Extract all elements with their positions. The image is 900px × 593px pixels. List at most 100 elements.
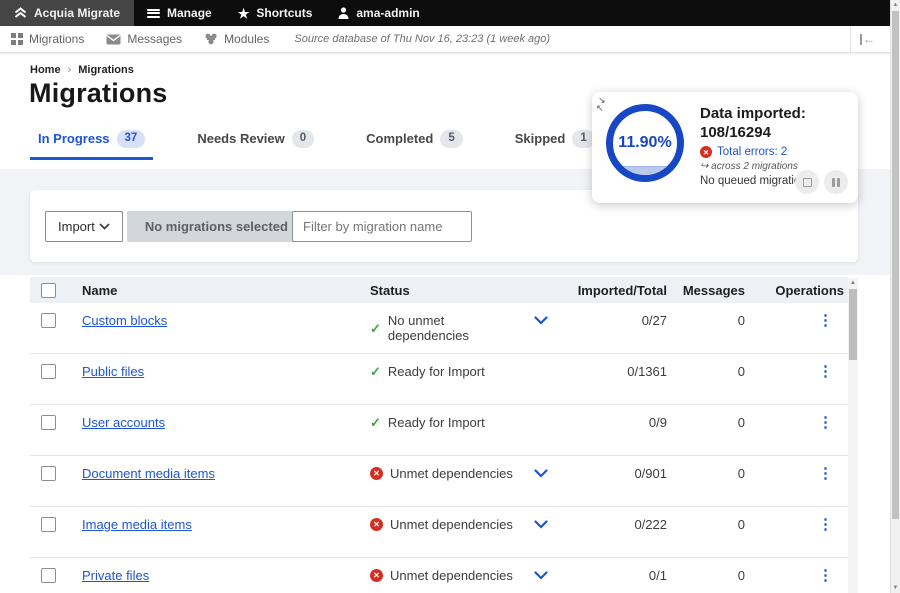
status-icon: ✕ xyxy=(370,467,383,480)
imported-total-value: 0/1361 xyxy=(560,364,677,379)
scroll-up-icon[interactable]: ▲ xyxy=(848,280,858,286)
row-checkbox[interactable] xyxy=(41,415,56,430)
tab-needs-review[interactable]: Needs Review 0 xyxy=(189,122,322,160)
chevron-down-icon[interactable] xyxy=(534,571,548,580)
table-header-row: Name Status Imported/Total Messages Oper… xyxy=(30,277,848,303)
admin-toolbar: Acquia Migrate Manage ★ Shortcuts ama-ad… xyxy=(0,0,890,26)
migration-name-link[interactable]: Public files xyxy=(82,364,144,379)
person-icon xyxy=(338,7,349,19)
migrations-label: Migrations xyxy=(29,32,84,46)
table-scrollbar[interactable]: ▲ xyxy=(848,278,858,593)
header-status: Status xyxy=(370,283,522,298)
acquia-migrate-brand[interactable]: Acquia Migrate xyxy=(0,0,134,26)
toolbar-orientation-toggle[interactable]: ← xyxy=(850,26,884,52)
brand-label: Acquia Migrate xyxy=(34,6,120,20)
kebab-menu-icon[interactable]: ⋮ xyxy=(818,567,833,584)
migration-name-link[interactable]: Private files xyxy=(82,568,149,583)
data-imported-ratio: 108/16294 xyxy=(700,123,848,142)
import-dropdown-button[interactable]: Import xyxy=(45,211,123,242)
tab-completed[interactable]: Completed 5 xyxy=(358,122,471,160)
header-messages: Messages xyxy=(677,283,757,298)
migration-filter-input[interactable] xyxy=(292,211,472,242)
data-imported-card: ↘ ↖ 11.90% Data imported: 108/16294 ✕ To… xyxy=(592,92,858,203)
scroll-down-icon[interactable]: ▼ xyxy=(891,585,900,591)
hamburger-icon xyxy=(147,9,160,18)
imported-total-value: 0/1 xyxy=(560,568,677,583)
kebab-menu-icon[interactable]: ⋮ xyxy=(818,465,833,482)
arrow-up-left-icon: ↖ xyxy=(596,104,606,112)
breadcrumb: Home › Migrations xyxy=(30,64,134,76)
table-row: Custom blocks ✓ No unmet dependencies 0/… xyxy=(30,303,848,354)
user-menu[interactable]: ama-admin xyxy=(325,0,432,26)
pause-button[interactable] xyxy=(824,170,848,194)
kebab-menu-icon[interactable]: ⋮ xyxy=(818,516,833,533)
error-circle-icon: ✕ xyxy=(700,146,712,158)
breadcrumb-current: Migrations xyxy=(78,64,134,76)
pin-bar-icon xyxy=(860,34,862,45)
table-scrollbar-thumb[interactable] xyxy=(849,289,857,360)
kebab-menu-icon[interactable]: ⋮ xyxy=(818,414,833,431)
row-checkbox[interactable] xyxy=(41,466,56,481)
modules-label: Modules xyxy=(224,32,269,46)
messages-count: 0 xyxy=(677,415,757,430)
table-row: Document media items ✕ Unmet dependencie… xyxy=(30,456,848,507)
migration-name-link[interactable]: Image media items xyxy=(82,517,192,532)
shortcuts-menu[interactable]: ★ Shortcuts xyxy=(225,0,326,26)
data-imported-label: Data imported: xyxy=(700,104,848,123)
manage-label: Manage xyxy=(167,6,212,20)
status-text: Unmet dependencies xyxy=(390,517,513,532)
toolbar-item-modules[interactable]: Modules xyxy=(193,26,280,52)
header-imported-total: Imported/Total xyxy=(560,283,677,298)
tab-label: Skipped xyxy=(515,131,566,146)
row-checkbox[interactable] xyxy=(41,568,56,583)
stop-icon xyxy=(803,178,812,187)
kebab-menu-icon[interactable]: ⋮ xyxy=(818,363,833,380)
page-title: Migrations xyxy=(29,78,168,109)
tab-label: In Progress xyxy=(38,131,110,146)
grid-icon xyxy=(11,33,23,45)
table-row: Private files ✕ Unmet dependencies 0/1 0… xyxy=(30,558,848,593)
migrations-table: Name Status Imported/Total Messages Oper… xyxy=(30,277,848,593)
messages-count: 0 xyxy=(677,568,757,583)
status-text: No unmet dependencies xyxy=(388,313,522,343)
row-checkbox[interactable] xyxy=(41,517,56,532)
progress-card-actions xyxy=(795,170,848,194)
row-checkbox[interactable] xyxy=(41,364,56,379)
breadcrumb-home-link[interactable]: Home xyxy=(30,64,61,76)
tab-in-progress[interactable]: In Progress 37 xyxy=(30,122,153,160)
page-scrollbar[interactable]: ▲ ▼ xyxy=(890,0,900,593)
status-text: Unmet dependencies xyxy=(390,568,513,583)
kebab-menu-icon[interactable]: ⋮ xyxy=(818,312,833,329)
migration-name-link[interactable]: Custom blocks xyxy=(82,313,167,328)
modules-icon xyxy=(204,33,218,45)
tab-count-badge: 0 xyxy=(292,130,314,148)
status-icon: ✓ xyxy=(370,416,381,429)
tab-skipped[interactable]: Skipped 1 xyxy=(507,122,603,160)
toolbar-item-messages[interactable]: Messages xyxy=(95,26,193,52)
scroll-up-icon[interactable]: ▲ xyxy=(891,2,900,8)
page-scrollbar-thumb[interactable] xyxy=(892,11,899,519)
messages-count: 0 xyxy=(677,466,757,481)
stop-button[interactable] xyxy=(795,170,819,194)
status-text: Ready for Import xyxy=(388,415,485,430)
manage-menu[interactable]: Manage xyxy=(134,0,225,26)
toolbar-item-migrations[interactable]: Migrations xyxy=(0,26,95,52)
table-body: Custom blocks ✓ No unmet dependencies 0/… xyxy=(30,303,848,593)
shortcuts-label: Shortcuts xyxy=(256,6,312,20)
chevron-down-icon[interactable] xyxy=(534,469,548,478)
imported-total-value: 0/222 xyxy=(560,517,677,532)
status-text: Ready for Import xyxy=(388,364,485,379)
total-errors-link[interactable]: Total errors: 2 xyxy=(717,146,787,158)
messages-label: Messages xyxy=(127,32,182,46)
migration-name-link[interactable]: User accounts xyxy=(82,415,165,430)
chevron-down-icon[interactable] xyxy=(534,520,548,529)
imported-total-value: 0/27 xyxy=(560,313,677,328)
chevron-down-icon[interactable] xyxy=(534,316,548,325)
messages-count: 0 xyxy=(677,517,757,532)
tab-label: Completed xyxy=(366,131,433,146)
collapse-card-button[interactable]: ↘ ↖ xyxy=(598,96,606,112)
double-chevron-up-icon xyxy=(14,7,27,19)
row-checkbox[interactable] xyxy=(41,313,56,328)
select-all-checkbox[interactable] xyxy=(41,283,56,298)
migration-name-link[interactable]: Document media items xyxy=(82,466,215,481)
